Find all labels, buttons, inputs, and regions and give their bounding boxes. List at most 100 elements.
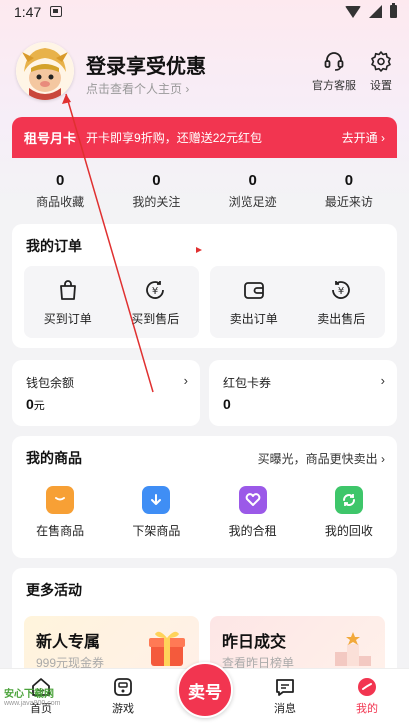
coupon-card[interactable]: 红包卡券 › 0 <box>209 360 397 426</box>
message-icon <box>276 679 294 696</box>
chevron-right-icon: › <box>185 82 190 96</box>
status-time: 1:47 <box>14 4 42 20</box>
stat-value: 0 <box>55 172 65 189</box>
battery-icon <box>390 3 397 18</box>
chevron-right-icon: › <box>381 131 385 145</box>
wallet-card[interactable]: 钱包余额 › 0元 <box>12 360 200 426</box>
wallet-value: 0 <box>26 396 34 412</box>
wallet-balance: 0元 <box>26 396 45 413</box>
avatar-image <box>16 42 74 100</box>
order-label: 卖出订单 <box>229 311 278 326</box>
chevron-right-icon: › <box>380 373 385 388</box>
refund-icon: ¥ <box>332 280 351 299</box>
recycle-button[interactable]: 我的回收 <box>301 486 397 539</box>
stat-label: 我的关注 <box>132 195 181 209</box>
buy-exposure-link[interactable]: 买曝光，商品更快卖出 › <box>258 450 385 467</box>
login-title[interactable]: 登录享受优惠 <box>86 50 206 79</box>
chevron-right-icon: › <box>183 373 188 388</box>
bought-orders-button[interactable]: 买到订单 <box>24 266 112 338</box>
shared-rental-button[interactable]: 我的合租 <box>205 486 301 539</box>
sim-icon <box>50 6 62 17</box>
off-shelf-icon <box>142 486 171 514</box>
profile-link-label: 点击查看个人主页 <box>86 82 183 96</box>
signal-icon <box>369 5 382 18</box>
svg-text:¥: ¥ <box>338 286 344 297</box>
off-shelf-button[interactable]: 下架商品 <box>108 486 204 539</box>
stats-row: 0 商品收藏 0 我的关注 0 浏览足迹 0 最近来访 <box>12 172 397 210</box>
profile-link[interactable]: 点击查看个人主页 › <box>86 80 189 97</box>
nav-message[interactable]: 消息 <box>260 677 310 716</box>
stat-favorites[interactable]: 0 商品收藏 <box>12 172 108 210</box>
stat-value: 0 <box>248 172 257 189</box>
stat-label: 浏览足迹 <box>228 195 277 209</box>
stat-visitors[interactable]: 0 最近来访 <box>301 172 397 210</box>
status-icons <box>345 3 397 18</box>
on-sale-button[interactable]: 在售商品 <box>12 486 108 539</box>
goods-label: 我的回收 <box>324 524 373 538</box>
stat-value: 0 <box>152 172 161 189</box>
sold-orders-group: 卖出订单 ¥ 卖出售后 <box>210 266 385 338</box>
stat-history[interactable]: 0 浏览足迹 <box>205 172 301 210</box>
promo-title: 昨日成交 <box>222 634 287 651</box>
stat-label: 最近来访 <box>324 195 373 209</box>
sell-account-label: 卖号 <box>188 682 222 702</box>
watermark-name: 安心下载网 <box>4 689 54 700</box>
goods-label: 在售商品 <box>36 524 85 538</box>
status-bar: 1:47 <box>0 0 409 26</box>
chevron-right-icon: › <box>381 452 385 466</box>
promo-title: 新人专属 <box>36 634 101 651</box>
wallet-unit: 元 <box>33 400 45 412</box>
customer-service-button[interactable]: 官方客服 <box>312 50 356 93</box>
sold-aftersale-button[interactable]: ¥ 卖出售后 <box>298 266 386 338</box>
banner-description: 开卡即享9折购，还赠送22元红包 <box>86 131 263 145</box>
order-label: 买到订单 <box>43 311 92 326</box>
gamepad-icon <box>114 678 132 696</box>
watermark: 安心下载网 www.java800.com <box>4 689 61 708</box>
goods-label: 下架商品 <box>132 524 181 538</box>
goods-hint-label: 买曝光，商品更快卖出 <box>257 452 378 466</box>
goods-label: 我的合租 <box>228 524 277 538</box>
refund-icon: ¥ <box>146 280 165 299</box>
activities-title: 更多活动 <box>26 582 82 598</box>
nav-label: 我的 <box>356 703 378 715</box>
stat-label: 商品收藏 <box>36 195 85 209</box>
watermark-url: www.java800.com <box>4 700 61 707</box>
order-label: 卖出售后 <box>317 311 366 326</box>
nav-label: 游戏 <box>112 703 134 715</box>
orders-title: 我的订单 <box>26 238 82 254</box>
avatar[interactable] <box>16 42 74 100</box>
shopping-bag-icon <box>59 279 76 300</box>
bought-orders-group: 买到订单 ¥ 买到售后 <box>24 266 199 338</box>
settings-label: 设置 <box>370 80 392 92</box>
coupon-label: 红包卡券 <box>223 376 272 390</box>
sell-account-button[interactable]: 卖号 <box>177 662 233 718</box>
goods-row: 在售商品 下架商品 我的合租 我的回收 <box>12 486 397 539</box>
sold-orders-button[interactable]: 卖出订单 <box>210 266 298 338</box>
gear-icon <box>371 51 391 72</box>
recycle-icon <box>334 486 363 514</box>
orders-card: 我的订单 买到订单 ¥ 买到售后 卖出订单 ¥ 卖出售后 <box>12 224 397 348</box>
goods-card: 我的商品 买曝光，商品更快卖出 › 在售商品 下架商品 我的合租 我的回收 <box>12 436 397 558</box>
wifi-icon <box>345 5 361 18</box>
bought-aftersale-button[interactable]: ¥ 买到售后 <box>112 266 200 338</box>
gift-box-icon <box>149 631 185 666</box>
nav-mine[interactable]: 我的 <box>342 677 392 716</box>
open-card-button[interactable]: 去开通 › <box>342 129 385 146</box>
stat-following[interactable]: 0 我的关注 <box>108 172 204 210</box>
open-card-label: 去开通 <box>341 131 378 145</box>
customer-service-label: 官方客服 <box>312 80 356 92</box>
stat-value: 0 <box>344 172 354 189</box>
wallet-label: 钱包余额 <box>26 376 75 390</box>
wallet-icon <box>243 281 264 299</box>
shared-rental-icon <box>238 486 267 514</box>
coupon-value: 0 <box>223 396 231 412</box>
mine-icon <box>358 678 376 696</box>
monthly-card-banner[interactable]: 租号月卡 开卡即享9折购，还赠送22元红包 去开通 › <box>12 117 397 158</box>
on-sale-icon <box>46 486 75 514</box>
banner-title: 租号月卡 <box>24 131 77 146</box>
settings-button[interactable]: 设置 <box>370 50 392 93</box>
podium-icon <box>335 632 371 666</box>
headset-icon <box>324 52 344 71</box>
nav-game[interactable]: 游戏 <box>98 677 148 716</box>
goods-title: 我的商品 <box>26 450 82 466</box>
